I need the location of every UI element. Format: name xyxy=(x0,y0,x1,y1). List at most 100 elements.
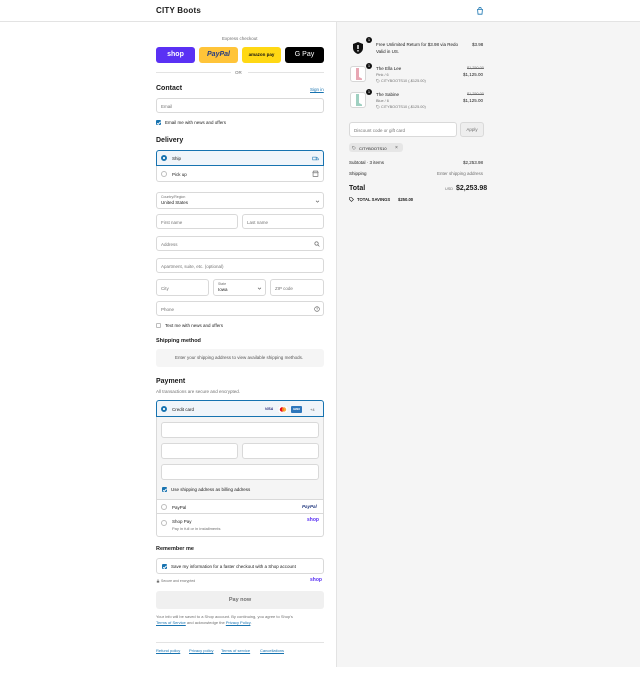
discount-tag-label: CITYBOOTS10 xyxy=(359,145,387,151)
last-name-field[interactable]: Last name xyxy=(242,214,324,229)
item-price: $3.98 xyxy=(472,42,484,47)
item-title: The Sabine xyxy=(376,92,400,97)
text-news-label: Text me with news and offers xyxy=(165,323,223,328)
header: CITY Boots xyxy=(0,0,640,22)
state-label: State xyxy=(218,282,227,286)
more-cards-label: +4 xyxy=(310,406,315,412)
shield-icon xyxy=(353,42,363,54)
privacy-link[interactable]: Privacy Policy xyxy=(226,620,251,625)
save-info-checkbox[interactable] xyxy=(162,564,167,569)
item-price: $1,125.00 xyxy=(463,98,484,103)
or-divider-right xyxy=(248,72,324,73)
sign-in-link[interactable]: Sign in xyxy=(310,87,324,92)
zip-field[interactable]: ZIP code xyxy=(270,279,324,296)
name-on-card-field[interactable] xyxy=(161,464,319,480)
paypal-logo: PayPal xyxy=(302,503,317,509)
pay-now-button[interactable]: Pay now xyxy=(156,591,324,609)
text-news-checkbox[interactable] xyxy=(156,323,161,328)
cancellations-link[interactable]: Cancellations xyxy=(260,648,284,653)
payment-heading: Payment xyxy=(156,378,186,385)
pickup-option[interactable]: Pick up xyxy=(156,166,324,182)
shipping-label: Shipping xyxy=(349,171,367,176)
email-placeholder: Email xyxy=(161,103,173,109)
pickup-radio[interactable] xyxy=(161,170,167,177)
terms-link[interactable]: Terms of Service xyxy=(156,620,186,625)
apartment-field[interactable]: Apartment, suite, etc. (optional) xyxy=(156,258,324,273)
first-name-field[interactable]: First name xyxy=(156,214,238,229)
remember-me-box: Save my information for a faster checkou… xyxy=(156,558,324,574)
email-news-label: Email me with news and offers xyxy=(165,120,226,125)
help-icon[interactable] xyxy=(314,306,320,312)
item-original-price: $1,250.00 xyxy=(467,66,484,70)
country-select[interactable]: Country/Region United States xyxy=(156,192,324,209)
save-info-label: Save my information for a faster checkou… xyxy=(171,564,296,569)
tag-icon xyxy=(352,145,356,150)
amazon-pay-button[interactable]: amazon pay xyxy=(242,47,281,63)
refund-policy-link[interactable]: Refund policy xyxy=(156,648,180,653)
credit-card-option[interactable]: Credit card VISA AMEX +4 xyxy=(156,400,324,417)
item-variant: Pink / 6 xyxy=(376,72,389,77)
item-quantity-badge: 1 xyxy=(366,63,372,69)
item-discount: CITYBOOTS10 (-$125.00) xyxy=(381,78,426,83)
legal-line: Your info will be saved to a Shop accoun… xyxy=(156,614,293,619)
shipping-method-notice-text: Enter your shipping address to view avai… xyxy=(175,355,304,360)
shopping-bag-icon[interactable] xyxy=(476,7,484,15)
ship-radio[interactable] xyxy=(161,155,167,161)
city-field[interactable]: City xyxy=(156,279,209,296)
apply-button[interactable]: Apply xyxy=(460,122,484,137)
ship-label: Ship xyxy=(172,156,182,161)
savings-tag-icon xyxy=(349,197,354,202)
credit-card-radio[interactable] xyxy=(161,406,167,412)
delivery-heading: Delivery xyxy=(156,137,184,144)
shipping-method-heading: Shipping method xyxy=(156,338,201,344)
city-placeholder: City xyxy=(161,285,169,291)
contact-heading: Contact xyxy=(156,85,183,92)
item-original-price: $1,250.00 xyxy=(467,92,484,96)
paypal-option[interactable]: PayPal PayPal xyxy=(156,499,324,514)
country-label: Country/Region xyxy=(161,195,186,199)
ship-option[interactable]: Ship xyxy=(156,150,324,166)
state-value: Iowa xyxy=(218,287,228,292)
amex-icon: AMEX xyxy=(291,405,302,413)
phone-field[interactable]: Phone xyxy=(156,301,324,316)
email-news-checkbox[interactable] xyxy=(156,120,161,125)
remove-discount-icon[interactable]: × xyxy=(395,145,398,151)
terms-of-service-link[interactable]: Terms of service xyxy=(221,648,250,653)
shop-pay-button[interactable]: shop xyxy=(156,47,195,63)
total-savings-value: $250.00 xyxy=(398,197,414,202)
item-price: $1,125.00 xyxy=(463,72,484,77)
truck-icon xyxy=(312,156,319,161)
currency-label: USD xyxy=(445,187,454,191)
card-number-field[interactable] xyxy=(161,422,319,438)
billing-same-label: Use shipping address as billing address xyxy=(171,486,251,492)
legal-text: Your info will be saved to a Shop accoun… xyxy=(156,614,324,626)
shop-pay-logo: shop xyxy=(307,517,319,523)
paypal-button[interactable]: PayPal xyxy=(199,47,238,63)
subtotal-value: $2,253.98 xyxy=(463,160,484,165)
address-field[interactable]: Address xyxy=(156,236,324,251)
pickup-label: Pick up xyxy=(172,171,187,177)
shop-pay-option[interactable]: Shop Pay Pay in full or in installments … xyxy=(156,514,324,537)
total-value: $2,253.98 xyxy=(456,185,488,192)
country-value: United States xyxy=(161,200,189,205)
privacy-policy-link[interactable]: Privacy policy xyxy=(189,648,213,653)
remember-me-heading: Remember me xyxy=(156,546,194,552)
shop-pay-radio[interactable] xyxy=(161,520,167,526)
expiration-field[interactable] xyxy=(161,443,238,459)
discount-code-input[interactable]: Discount code or gift card xyxy=(349,122,457,137)
paypal-radio[interactable] xyxy=(161,504,167,510)
or-divider-left xyxy=(156,72,231,73)
tag-icon xyxy=(376,104,380,109)
legal-and: and acknowledge the xyxy=(185,620,226,625)
item-title-line2: Valid in US. xyxy=(376,49,400,54)
google-pay-button[interactable]: G Pay xyxy=(285,47,324,63)
discount-code-placeholder: Discount code or gift card xyxy=(354,127,406,133)
credit-card-form: Use shipping address as billing address xyxy=(156,417,324,500)
last-name-placeholder: Last name xyxy=(247,219,269,225)
state-select[interactable]: State Iowa xyxy=(213,279,266,296)
shop-pay-sublabel: Pay in full or in installments xyxy=(172,526,221,531)
security-code-field[interactable] xyxy=(242,443,319,459)
billing-same-checkbox[interactable] xyxy=(162,486,167,492)
brand-logo[interactable]: CITY Boots xyxy=(156,6,201,15)
email-field[interactable]: Email xyxy=(156,98,324,113)
